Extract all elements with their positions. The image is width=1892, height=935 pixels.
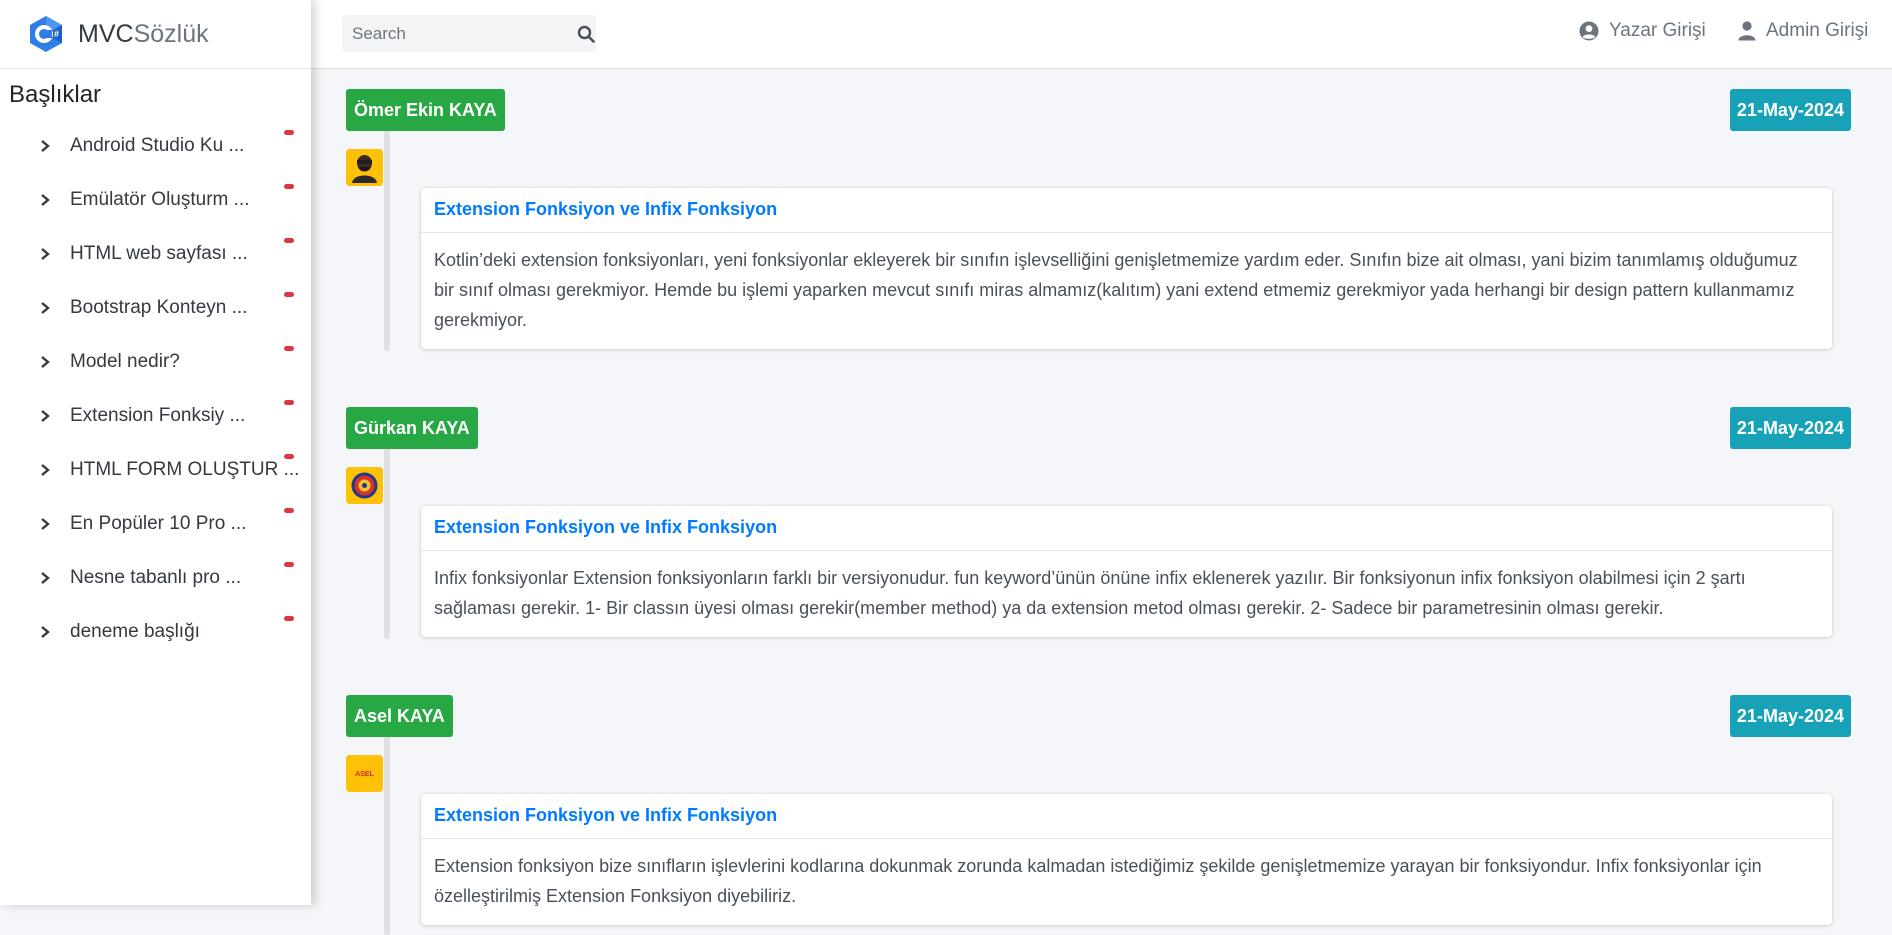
notification-badge <box>284 238 294 243</box>
emblem-avatar-icon <box>346 467 383 504</box>
sidebar-item[interactable]: Emülatör Oluşturm ... <box>0 173 311 227</box>
chevron-right-icon <box>41 572 50 584</box>
admin-login-label: Admin Girişi <box>1766 20 1869 41</box>
chevron-right-icon <box>41 302 50 314</box>
sidebar-item[interactable]: HTML web sayfası ... <box>0 227 311 281</box>
sidebar-item-label: HTML web sayfası ... <box>70 243 248 264</box>
chevron-right-icon <box>41 464 50 476</box>
notification-badge <box>284 616 294 621</box>
chevron-right-icon <box>41 248 50 260</box>
timeline-line <box>384 129 390 351</box>
sidebar-item[interactable]: Nesne tabanlı pro ... <box>0 551 311 605</box>
sidebar-item-label: Nesne tabanlı pro ... <box>70 567 242 588</box>
svg-text:#: # <box>54 29 59 39</box>
timeline-line <box>384 735 390 935</box>
brand-suffix: Sözlük <box>133 19 209 48</box>
notification-badge <box>284 184 294 189</box>
sidebar-item-label: Android Studio Ku ... <box>70 135 245 156</box>
search-button[interactable] <box>575 15 596 52</box>
date-badge: 21-May-2024 <box>1729 695 1851 737</box>
notification-badge <box>284 346 294 351</box>
sidebar-heading: Başlıklar <box>9 81 102 108</box>
sidebar-item-label: En Popüler 10 Pro ... <box>70 513 247 534</box>
sidebar-item[interactable]: deneme başlığı <box>0 605 311 659</box>
writer-login-link[interactable]: Yazar Girişi <box>1579 20 1706 42</box>
entry-title[interactable]: Extension Fonksiyon ve Infix Fonksiyon <box>421 794 1832 839</box>
sidebar-item-label: Emülatör Oluşturm ... <box>70 189 250 210</box>
search-box <box>342 15 596 52</box>
chevron-right-icon <box>41 626 50 638</box>
sidebar-item[interactable]: Extension Fonksiy ... <box>0 389 311 443</box>
entry-body: Infix fonksiyonlar Extension fonksiyonla… <box>434 568 1746 618</box>
sidebar-nav: Android Studio Ku ... Emülatör Oluşturm … <box>0 119 311 659</box>
sidebar-item[interactable]: Android Studio Ku ... <box>0 119 311 173</box>
notification-badge <box>284 400 294 405</box>
writer-login-label: Yazar Girişi <box>1609 20 1706 41</box>
author-badge[interactable]: Asel KAYA <box>346 695 453 737</box>
top-navbar: Yazar Girişi Admin Girişi <box>311 0 1892 69</box>
chevron-right-icon <box>41 410 50 422</box>
chevron-right-icon <box>41 194 50 206</box>
sidebar-item-label: Extension Fonksiy ... <box>70 405 246 426</box>
notification-badge <box>284 130 294 135</box>
author-badge[interactable]: Ömer Ekin KAYA <box>346 89 505 131</box>
csharp-logo-icon: # <box>30 16 62 52</box>
man-avatar-icon <box>346 149 383 186</box>
sidebar-item[interactable]: Model nedir? <box>0 335 311 389</box>
entry-title[interactable]: Extension Fonksiyon ve Infix Fonksiyon <box>421 188 1832 233</box>
chevron-right-icon <box>41 356 50 368</box>
avatar-text: ASEL <box>355 771 374 778</box>
avatar <box>346 467 383 504</box>
brand-name: MVCSözlük <box>78 20 209 49</box>
notification-badge <box>284 454 294 459</box>
notification-badge <box>284 292 294 297</box>
chevron-right-icon <box>41 518 50 530</box>
sidebar-item[interactable]: En Popüler 10 Pro ... <box>0 497 311 551</box>
author-badge[interactable]: Gürkan KAYA <box>346 407 478 449</box>
sidebar-item[interactable]: HTML FORM OLUŞTUR ... <box>0 443 311 497</box>
notification-badge <box>284 562 294 567</box>
sidebar-item-label: Bootstrap Konteyn ... <box>70 297 248 318</box>
sidebar-item[interactable]: Bootstrap Konteyn ... <box>0 281 311 335</box>
brand-prefix: MVC <box>78 19 134 48</box>
entry-body: Kotlin’deki extension fonksiyonları, yen… <box>434 250 1798 330</box>
entry-body: Extension fonksiyon bize sınıfların işle… <box>434 856 1762 906</box>
brand-link[interactable]: # MVCSözlük <box>0 0 311 69</box>
entry-card: Extension Fonksiyon ve Infix Fonksiyon I… <box>421 506 1832 637</box>
user-icon <box>1738 21 1756 41</box>
search-icon <box>577 25 595 43</box>
admin-login-link[interactable]: Admin Girişi <box>1738 20 1868 42</box>
timeline-line <box>384 447 390 639</box>
sidebar-item-label: HTML FORM OLUŞTUR ... <box>70 459 300 480</box>
asel-logo-icon: ASEL <box>346 755 383 792</box>
search-input[interactable] <box>342 22 575 45</box>
date-badge: 21-May-2024 <box>1729 89 1851 131</box>
sidebar-item-label: Model nedir? <box>70 351 180 372</box>
entry-card: Extension Fonksiyon ve Infix Fonksiyon E… <box>421 794 1832 925</box>
sidebar: # MVCSözlük Başlıklar Android Studio Ku … <box>0 0 311 905</box>
entry-title[interactable]: Extension Fonksiyon ve Infix Fonksiyon <box>421 506 1832 551</box>
user-circle-icon <box>1579 21 1599 41</box>
notification-badge <box>284 508 294 513</box>
date-badge: 21-May-2024 <box>1729 407 1851 449</box>
main-content: Ömer Ekin KAYA 21-May-2024 Extension Fon… <box>311 69 1892 935</box>
avatar: ASEL <box>346 755 383 792</box>
sidebar-item-label: deneme başlığı <box>70 621 200 642</box>
chevron-right-icon <box>41 140 50 152</box>
avatar <box>346 149 383 186</box>
entry-card: Extension Fonksiyon ve Infix Fonksiyon K… <box>421 188 1832 349</box>
